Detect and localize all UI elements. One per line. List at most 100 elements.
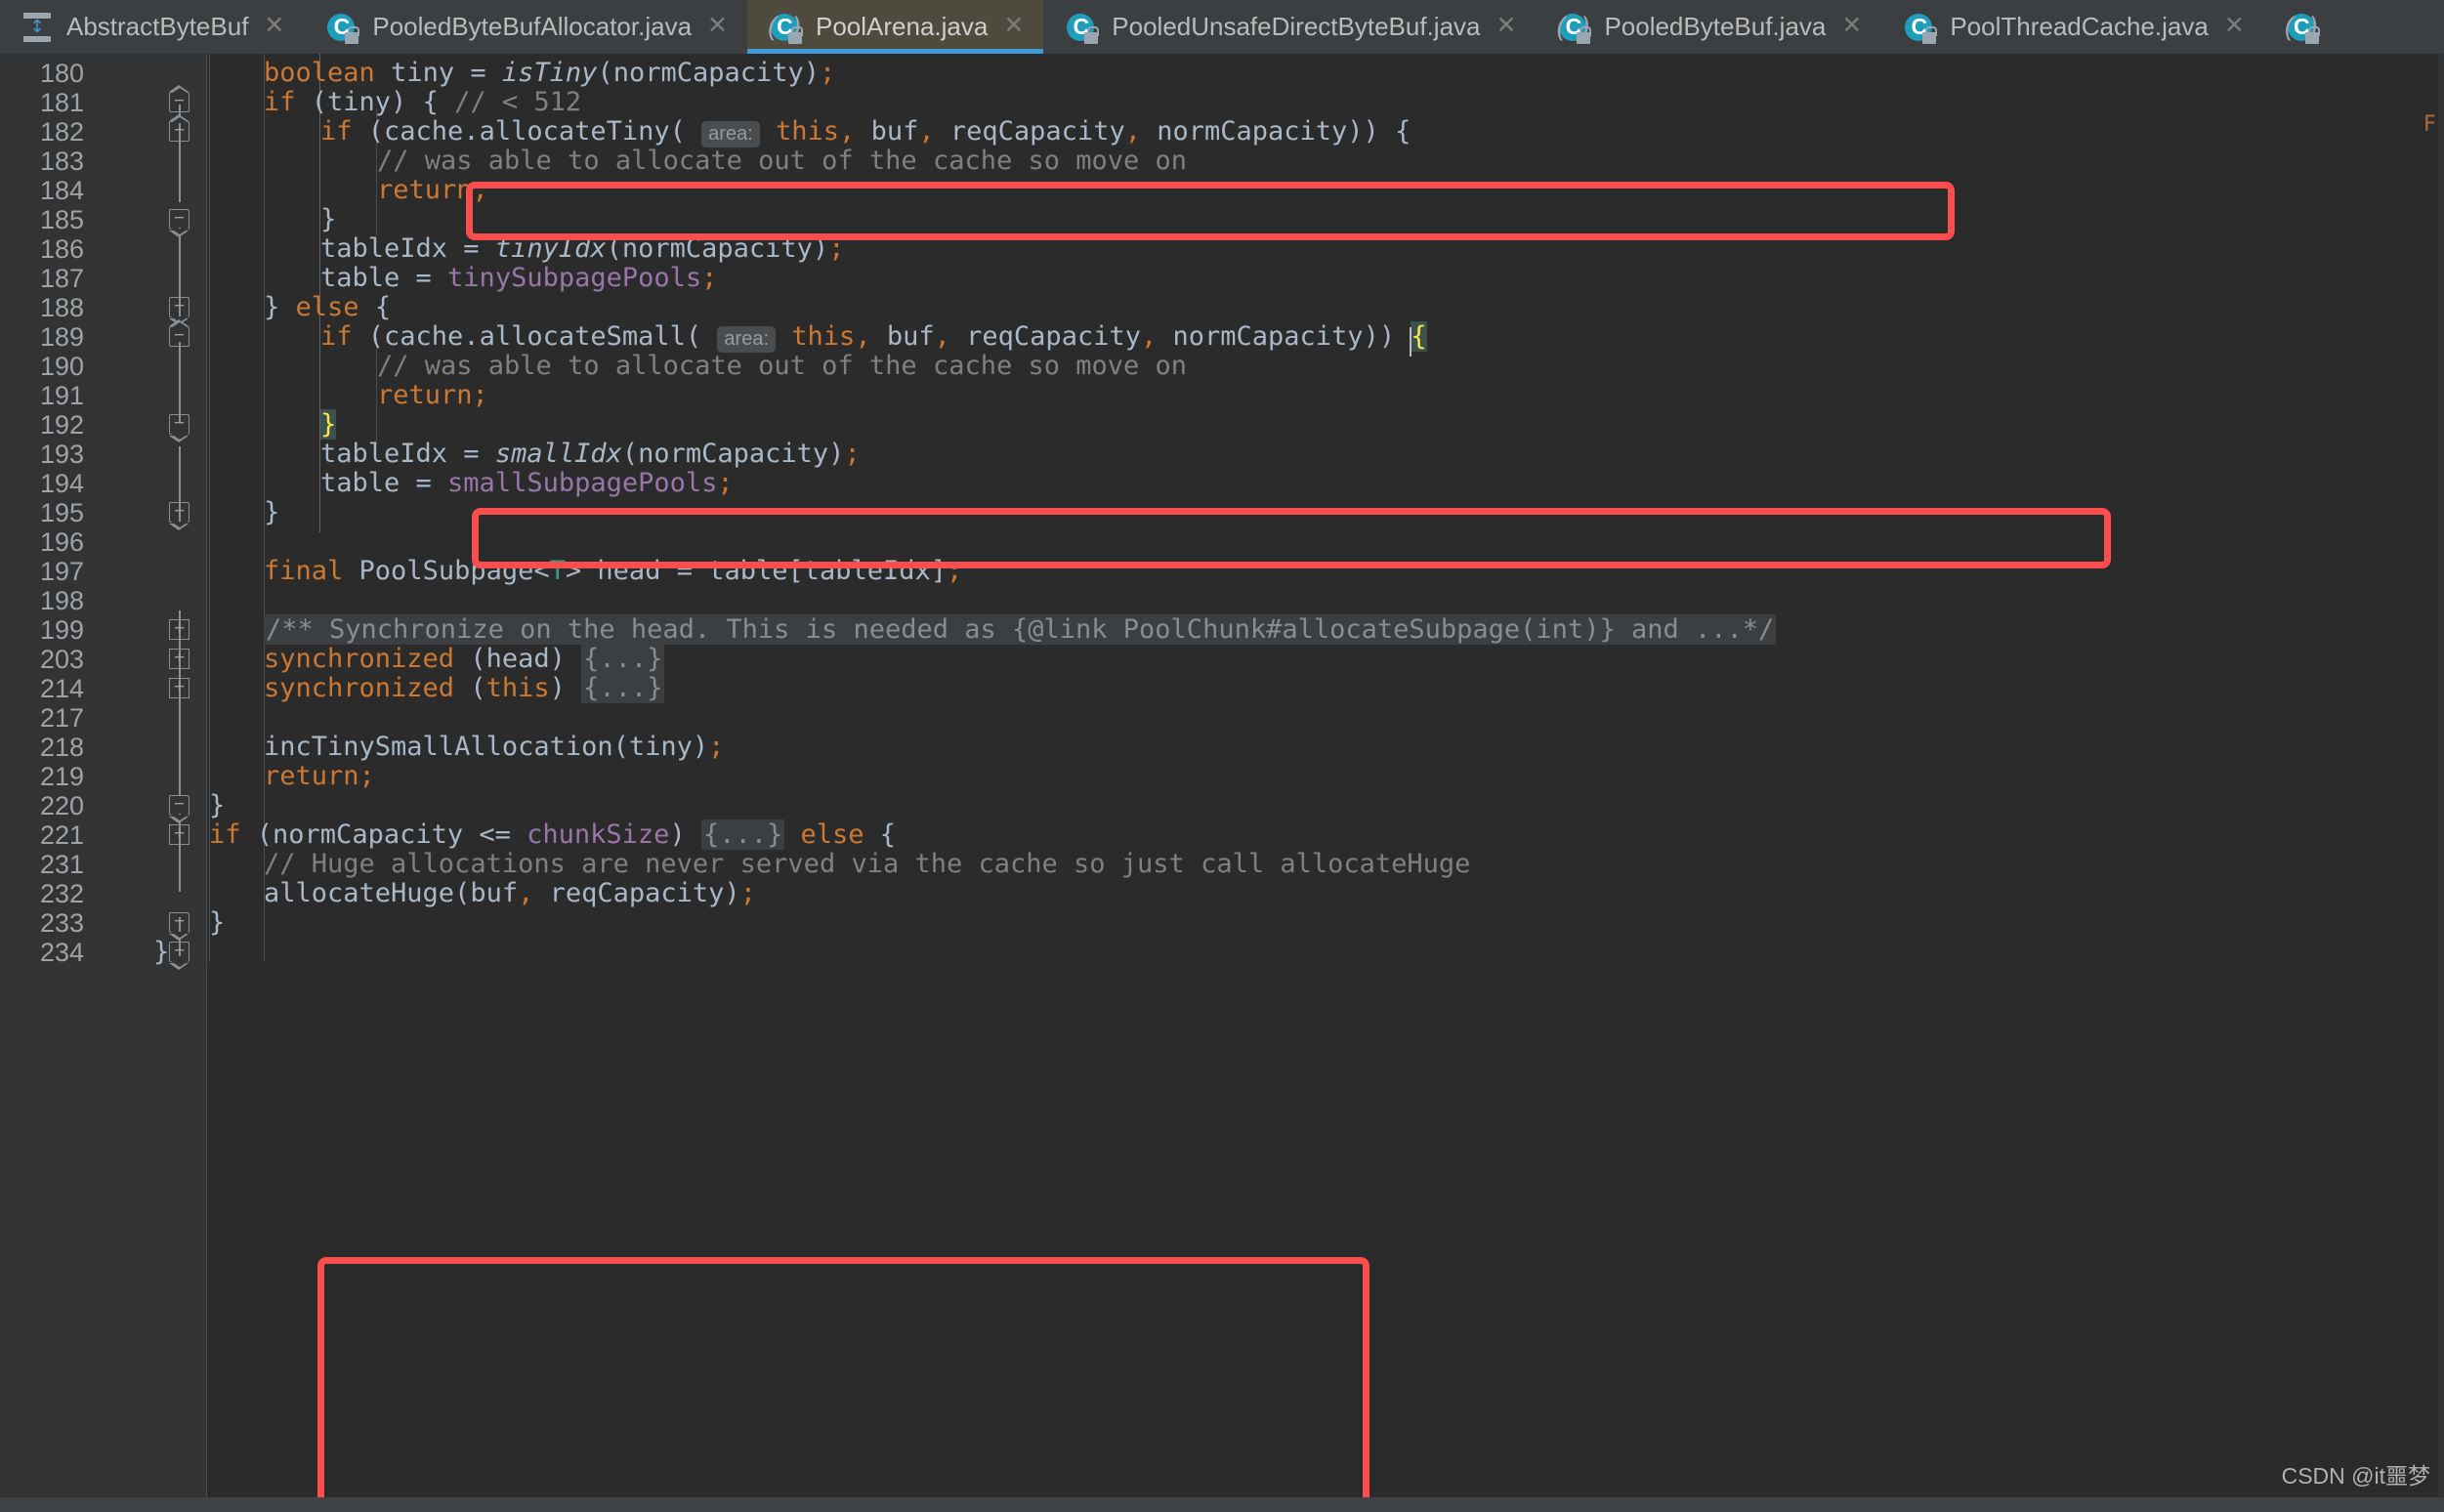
- line-number: 219: [39, 762, 84, 791]
- java-class-icon: C: [1065, 11, 1100, 44]
- code-line-197[interactable]: final PoolSubpage<T> head = table[tableI…: [264, 557, 962, 586]
- text-caret: [1410, 327, 1412, 357]
- line-number: 232: [39, 879, 84, 908]
- fold-marker-233[interactable]: −: [169, 912, 190, 941]
- code-line-181[interactable]: if (tiny) { // < 512: [264, 88, 581, 117]
- fold-marker-203[interactable]: +: [169, 649, 190, 670]
- parameter-hint: area:: [717, 326, 777, 353]
- java-class-icon: C(): [768, 11, 803, 44]
- line-number: 193: [39, 440, 84, 469]
- fold-marker-185[interactable]: −: [169, 209, 190, 237]
- tab-pooledbytebuf[interactable]: C() PooledByteBuf.java ✕: [1536, 0, 1881, 54]
- editor-tab-bar: ↕ AbstractByteBuf ✕ C PooledByteBufAlloc…: [0, 0, 2444, 54]
- line-number: 214: [39, 674, 84, 703]
- close-icon[interactable]: ✕: [707, 13, 728, 41]
- code-line-184[interactable]: return;: [377, 176, 488, 205]
- line-number: 182: [39, 117, 84, 147]
- code-line-180[interactable]: boolean tiny = isTiny(normCapacity);: [264, 59, 835, 88]
- code-line-214[interactable]: synchronized (this) {...}: [264, 673, 665, 703]
- code-line-234[interactable]: }: [153, 938, 169, 967]
- right-margin-marker: F: [2423, 112, 2436, 137]
- code-line-192[interactable]: }: [320, 409, 337, 440]
- fold-marker-189[interactable]: −: [169, 319, 190, 348]
- line-number: 221: [39, 820, 84, 850]
- code-line-233[interactable]: }: [209, 908, 225, 938]
- line-number: 194: [39, 469, 84, 498]
- tab-poolarena[interactable]: C() PoolArena.java ✕: [746, 0, 1044, 54]
- folded-javadoc[interactable]: /** Synchronize on the head. This is nee…: [264, 614, 1777, 645]
- line-number: 192: [39, 410, 84, 440]
- code-line-232[interactable]: allocateHuge(buf, reqCapacity);: [264, 879, 756, 908]
- code-line-195[interactable]: }: [264, 498, 279, 527]
- close-icon[interactable]: ✕: [264, 13, 284, 41]
- code-line-185[interactable]: }: [320, 205, 336, 234]
- close-icon[interactable]: ✕: [2224, 13, 2245, 41]
- fold-marker-195[interactable]: −: [169, 502, 190, 530]
- code-line-183[interactable]: // was able to allocate out of the cache…: [377, 147, 1187, 176]
- close-icon[interactable]: ✕: [1496, 13, 1516, 41]
- code-line-199[interactable]: /** Synchronize on the head. This is nee…: [264, 614, 1777, 645]
- tab-label: PooledByteBufAllocator.java: [372, 12, 693, 41]
- code-line-189[interactable]: if (cache.allocateSmall( area: this, buf…: [320, 321, 1427, 357]
- folded-block[interactable]: {...}: [581, 644, 665, 674]
- code-line-231[interactable]: // Huge allocations are never served via…: [264, 850, 1470, 879]
- line-number: 187: [39, 264, 84, 293]
- java-class-icon: C(): [2285, 11, 2320, 44]
- tab-pooledbytebufallocator[interactable]: C PooledByteBufAllocator.java ✕: [304, 0, 747, 54]
- tab-overflow-partial[interactable]: C(): [2264, 0, 2339, 54]
- code-line-190[interactable]: // was able to allocate out of the cache…: [377, 352, 1187, 381]
- tab-label: PooledByteBuf.java: [1604, 12, 1827, 41]
- code-line-194[interactable]: table = smallSubpagePools;: [320, 469, 734, 498]
- code-line-219[interactable]: return;: [264, 762, 375, 791]
- code-line-218[interactable]: incTinySmallAllocation(tiny);: [264, 733, 724, 762]
- fold-marker-221[interactable]: +: [169, 824, 190, 846]
- fold-marker-188[interactable]: −: [169, 297, 190, 325]
- line-number: 190: [39, 352, 84, 381]
- code-content[interactable]: boolean tiny = isTiny(normCapacity); if …: [153, 54, 2444, 1497]
- tab-abstractbytebuf[interactable]: ↕ AbstractByteBuf ✕: [0, 0, 304, 54]
- tab-label: AbstractByteBuf: [66, 12, 249, 41]
- line-number: 185: [39, 205, 84, 234]
- java-class-icon: C: [1903, 11, 1938, 44]
- fold-marker-192[interactable]: −: [169, 414, 190, 442]
- close-icon[interactable]: ✕: [1003, 13, 1024, 41]
- code-line-220[interactable]: }: [209, 791, 225, 820]
- code-line-191[interactable]: return;: [377, 381, 488, 410]
- line-number: 195: [39, 498, 84, 527]
- fold-marker-199[interactable]: +: [169, 619, 190, 641]
- parameter-hint: area:: [701, 121, 760, 147]
- line-number: 186: [39, 234, 84, 264]
- line-number: 189: [39, 322, 84, 352]
- code-line-188[interactable]: } else {: [264, 293, 391, 322]
- line-number: 233: [39, 908, 84, 938]
- fold-marker-181[interactable]: −: [169, 85, 190, 113]
- line-number: 218: [39, 733, 84, 762]
- status-bar: [0, 1497, 2444, 1512]
- code-line-187[interactable]: table = tinySubpagePools;: [320, 264, 717, 293]
- fold-marker-182[interactable]: −: [169, 114, 190, 143]
- code-line-186[interactable]: tableIdx = tinyIdx(normCapacity);: [320, 234, 844, 264]
- line-number: 198: [39, 586, 84, 615]
- line-number: 231: [39, 850, 84, 879]
- line-number: 196: [39, 527, 84, 557]
- code-editor[interactable]: 180 181 182 183 184 185 186 187 188 189 …: [0, 54, 2444, 1497]
- fold-marker-214[interactable]: +: [169, 678, 190, 699]
- line-number: 191: [39, 381, 84, 410]
- close-icon[interactable]: ✕: [1841, 13, 1862, 41]
- fold-connector: [179, 342, 181, 422]
- code-line-193[interactable]: tableIdx = smallIdx(normCapacity);: [320, 440, 861, 469]
- line-number: 180: [39, 59, 84, 88]
- tab-label: PoolThreadCache.java: [1950, 12, 2209, 41]
- tab-poolthreadcache[interactable]: C PoolThreadCache.java ✕: [1881, 0, 2263, 54]
- tab-pooledunsafedirectbytebuf[interactable]: C PooledUnsafeDirectByteBuf.java ✕: [1043, 0, 1536, 54]
- folded-block[interactable]: {...}: [700, 819, 785, 850]
- code-line-221[interactable]: if (normCapacity <= chunkSize) {...} els…: [209, 819, 896, 850]
- code-line-182[interactable]: if (cache.allocateTiny( area: this, buf,…: [320, 117, 1411, 147]
- folded-block[interactable]: {...}: [581, 673, 665, 703]
- code-line-203[interactable]: synchronized (head) {...}: [264, 644, 665, 674]
- fold-marker-220[interactable]: −: [169, 795, 190, 823]
- line-number: 234: [39, 938, 84, 967]
- java-class-icon: C: [325, 11, 360, 44]
- line-number: 184: [39, 176, 84, 205]
- fold-marker-234[interactable]: −: [169, 942, 190, 970]
